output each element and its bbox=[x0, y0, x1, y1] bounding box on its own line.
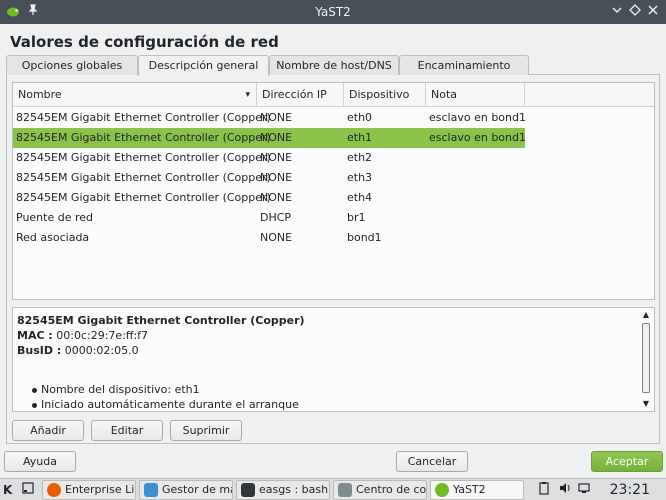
kde-menu-icon[interactable]: K bbox=[3, 481, 17, 499]
tab-routing[interactable]: Encaminamiento bbox=[399, 55, 529, 75]
package-manager-icon bbox=[144, 483, 158, 497]
tab-overview[interactable]: Descripción general bbox=[138, 55, 269, 76]
table-header: Nombre ▾ Dirección IP Dispositivo Nota bbox=[13, 83, 654, 107]
cell-ip: NONE bbox=[260, 171, 293, 184]
table-row[interactable]: Red asociada NONE bond1 bbox=[13, 228, 525, 248]
tab-global-options[interactable]: Opciones globales bbox=[6, 55, 138, 75]
bullet-text: Iniciado automáticamente durante el arra… bbox=[41, 398, 299, 411]
network-icon[interactable] bbox=[578, 481, 592, 499]
details-mac: MAC : 00:0c:29:7e:ff:f7 bbox=[17, 329, 148, 342]
task-label: easgs : bash bbox=[259, 483, 329, 496]
interfaces-table: Nombre ▾ Dirección IP Dispositivo Nota 8… bbox=[12, 82, 655, 300]
busid-label: BusID : bbox=[17, 344, 62, 357]
cell-device: br1 bbox=[347, 211, 366, 224]
cell-note bbox=[426, 208, 429, 228]
cell-name: 82545EM Gigabit Ethernet Controller (Cop… bbox=[16, 151, 271, 164]
volume-icon[interactable] bbox=[558, 481, 574, 499]
cell-device: eth2 bbox=[347, 151, 373, 164]
add-button[interactable]: Añadir bbox=[12, 420, 84, 441]
scroll-down-icon[interactable]: ▼ bbox=[640, 399, 652, 409]
cell-device: eth4 bbox=[347, 191, 373, 204]
cell-note bbox=[426, 188, 429, 208]
cell-name: 82545EM Gigabit Ethernet Controller (Cop… bbox=[16, 131, 271, 144]
task-yast2[interactable]: YaST2 bbox=[430, 480, 524, 500]
cell-name: 82545EM Gigabit Ethernet Controller (Cop… bbox=[16, 191, 271, 204]
details-bullet: Nombre del dispositivo: eth1 bbox=[32, 383, 200, 396]
table-row[interactable]: Puente de red DHCP br1 bbox=[13, 208, 525, 228]
task-label: Enterprise Lin bbox=[65, 483, 136, 496]
mac-value: 00:0c:29:7e:ff:f7 bbox=[56, 329, 149, 342]
bullet-icon bbox=[32, 403, 37, 408]
column-header-name[interactable]: Nombre ▾ bbox=[13, 83, 257, 107]
clipboard-icon[interactable] bbox=[538, 481, 552, 499]
bullet-text: Nombre del dispositivo: eth1 bbox=[41, 383, 200, 396]
cell-note: esclavo en bond1 bbox=[429, 111, 526, 124]
close-icon[interactable] bbox=[644, 3, 662, 21]
tab-hostname-dns[interactable]: Nombre de host/DNS bbox=[269, 55, 399, 75]
cell-ip: NONE bbox=[260, 131, 293, 144]
task-label: Gestor de ma bbox=[162, 483, 233, 496]
cell-device: bond1 bbox=[347, 231, 382, 244]
cell-note: esclavo en bond1 bbox=[429, 131, 526, 144]
details-scrollbar[interactable]: ▲ ▼ bbox=[640, 310, 652, 409]
column-header-device[interactable]: Dispositivo bbox=[344, 83, 426, 107]
task-package-manager[interactable]: Gestor de ma bbox=[139, 480, 233, 500]
page-title: Valores de configuración de red bbox=[10, 33, 279, 51]
bullet-icon bbox=[32, 388, 37, 393]
chevron-down-icon[interactable] bbox=[608, 3, 626, 21]
table-row[interactable]: 82545EM Gigabit Ethernet Controller (Cop… bbox=[13, 148, 525, 168]
cell-note bbox=[426, 228, 429, 248]
cell-ip: NONE bbox=[260, 151, 293, 164]
window-titlebar: YaST2 bbox=[0, 0, 666, 24]
delete-button[interactable]: Suprimir bbox=[170, 420, 242, 441]
table-row[interactable]: 82545EM Gigabit Ethernet Controller (Cop… bbox=[13, 108, 526, 128]
cell-ip: NONE bbox=[260, 111, 293, 124]
cell-note bbox=[426, 148, 429, 168]
task-firefox[interactable]: Enterprise Lin bbox=[42, 480, 136, 500]
accept-button[interactable]: Aceptar bbox=[591, 451, 663, 472]
busid-value: 0000:02:05.0 bbox=[64, 344, 139, 357]
table-row-selected[interactable]: 82545EM Gigabit Ethernet Controller (Cop… bbox=[13, 128, 526, 148]
terminal-icon bbox=[241, 483, 255, 497]
details-busid: BusID : 0000:02:05.0 bbox=[17, 344, 139, 357]
cell-device: eth0 bbox=[347, 111, 373, 124]
cell-name: Red asociada bbox=[16, 231, 90, 244]
task-label: Centro de co bbox=[356, 483, 427, 496]
maximize-icon[interactable] bbox=[626, 3, 644, 21]
column-header-ip[interactable]: Dirección IP bbox=[257, 83, 344, 107]
wrench-icon bbox=[338, 483, 352, 497]
device-details-panel: 82545EM Gigabit Ethernet Controller (Cop… bbox=[12, 307, 655, 412]
sort-indicator-icon: ▾ bbox=[245, 90, 250, 100]
table-row[interactable]: 82545EM Gigabit Ethernet Controller (Cop… bbox=[13, 188, 525, 208]
task-label: YaST2 bbox=[453, 483, 486, 496]
cell-device: eth1 bbox=[347, 131, 373, 144]
cell-ip: DHCP bbox=[260, 211, 292, 224]
help-button[interactable]: Ayuda bbox=[4, 451, 76, 472]
firefox-icon bbox=[47, 483, 61, 497]
cell-ip: NONE bbox=[260, 231, 293, 244]
column-header-note[interactable]: Nota bbox=[426, 83, 525, 107]
cell-ip: NONE bbox=[260, 191, 293, 204]
cell-name: 82545EM Gigabit Ethernet Controller (Cop… bbox=[16, 111, 271, 124]
yast-icon bbox=[435, 483, 449, 497]
cell-note bbox=[426, 168, 429, 188]
task-terminal[interactable]: easgs : bash bbox=[236, 480, 330, 500]
cell-name: Puente de red bbox=[16, 211, 94, 224]
details-device-name: 82545EM Gigabit Ethernet Controller (Cop… bbox=[17, 314, 305, 327]
cell-device: eth3 bbox=[347, 171, 373, 184]
window-title: YaST2 bbox=[315, 5, 351, 19]
edit-button[interactable]: Editar bbox=[91, 420, 163, 441]
task-control-center[interactable]: Centro de co bbox=[333, 480, 427, 500]
cancel-button[interactable]: Cancelar bbox=[396, 451, 468, 472]
show-desktop-icon[interactable] bbox=[22, 481, 36, 499]
table-row[interactable]: 82545EM Gigabit Ethernet Controller (Cop… bbox=[13, 168, 525, 188]
taskbar: K Enterprise Lin Gestor de ma easgs : ba… bbox=[0, 478, 666, 500]
cell-name: 82545EM Gigabit Ethernet Controller (Cop… bbox=[16, 171, 271, 184]
column-header-label: Nombre bbox=[18, 88, 62, 101]
details-bullet: Iniciado automáticamente durante el arra… bbox=[32, 398, 299, 411]
mac-label: MAC : bbox=[17, 329, 53, 342]
scrollbar-thumb[interactable] bbox=[642, 323, 650, 393]
clock[interactable]: 23:21 bbox=[610, 480, 650, 500]
scroll-up-icon[interactable]: ▲ bbox=[640, 310, 652, 320]
